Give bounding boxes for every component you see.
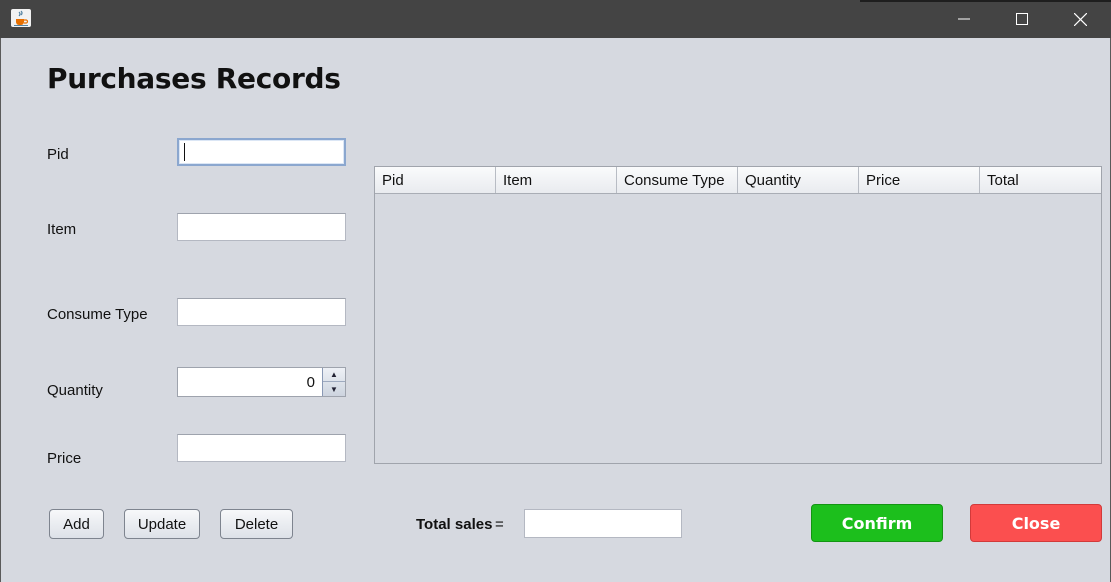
column-header-price[interactable]: Price — [859, 167, 980, 193]
stepper-buttons: ▲ ▼ — [322, 368, 345, 396]
close-window-button[interactable] — [1051, 0, 1109, 38]
arrow-up-icon: ▲ — [330, 370, 338, 379]
total-sales-label: Total sales — [416, 516, 493, 533]
price-label: Price — [47, 450, 82, 467]
arrow-down-icon: ▼ — [330, 384, 338, 394]
minimize-icon — [958, 18, 970, 20]
consume-type-label: Consume Type — [47, 306, 148, 323]
update-button[interactable]: Update — [124, 509, 200, 539]
purchases-table[interactable]: Pid Item Consume Type Quantity Price Tot… — [374, 166, 1102, 464]
decrement-button[interactable]: ▼ — [323, 382, 345, 396]
quantity-stepper[interactable]: 0 ▲ ▼ — [177, 367, 346, 397]
pid-label: Pid — [47, 146, 69, 163]
add-button[interactable]: Add — [49, 509, 104, 539]
maximize-icon — [1016, 13, 1028, 25]
table-header: Pid Item Consume Type Quantity Price Tot… — [375, 167, 1101, 194]
window-border-left — [0, 38, 1, 582]
maximize-button[interactable] — [993, 0, 1051, 38]
close-button[interactable]: Close — [970, 504, 1102, 542]
page-title: Purchases Records — [47, 62, 341, 95]
column-header-item[interactable]: Item — [496, 167, 617, 193]
increment-button[interactable]: ▲ — [323, 368, 345, 382]
column-header-total[interactable]: Total — [980, 167, 1101, 193]
column-header-quantity[interactable]: Quantity — [738, 167, 859, 193]
total-sales-equals: = — [495, 516, 504, 533]
price-field[interactable] — [177, 434, 346, 462]
window-titlebar — [0, 0, 1111, 38]
minimize-button[interactable] — [935, 0, 993, 38]
confirm-button[interactable]: Confirm — [811, 504, 943, 542]
item-label: Item — [47, 221, 77, 238]
total-sales-field[interactable] — [524, 509, 682, 538]
text-caret — [184, 143, 185, 161]
column-header-consume-type[interactable]: Consume Type — [617, 167, 738, 193]
java-cup-icon — [11, 9, 31, 27]
close-icon — [1073, 12, 1087, 26]
pid-field[interactable] — [177, 138, 346, 166]
item-field[interactable] — [177, 213, 346, 241]
consume-type-field[interactable] — [177, 298, 346, 326]
quantity-value: 0 — [306, 374, 315, 391]
column-header-pid[interactable]: Pid — [375, 167, 496, 193]
quantity-label: Quantity — [47, 382, 103, 399]
delete-button[interactable]: Delete — [220, 509, 293, 539]
